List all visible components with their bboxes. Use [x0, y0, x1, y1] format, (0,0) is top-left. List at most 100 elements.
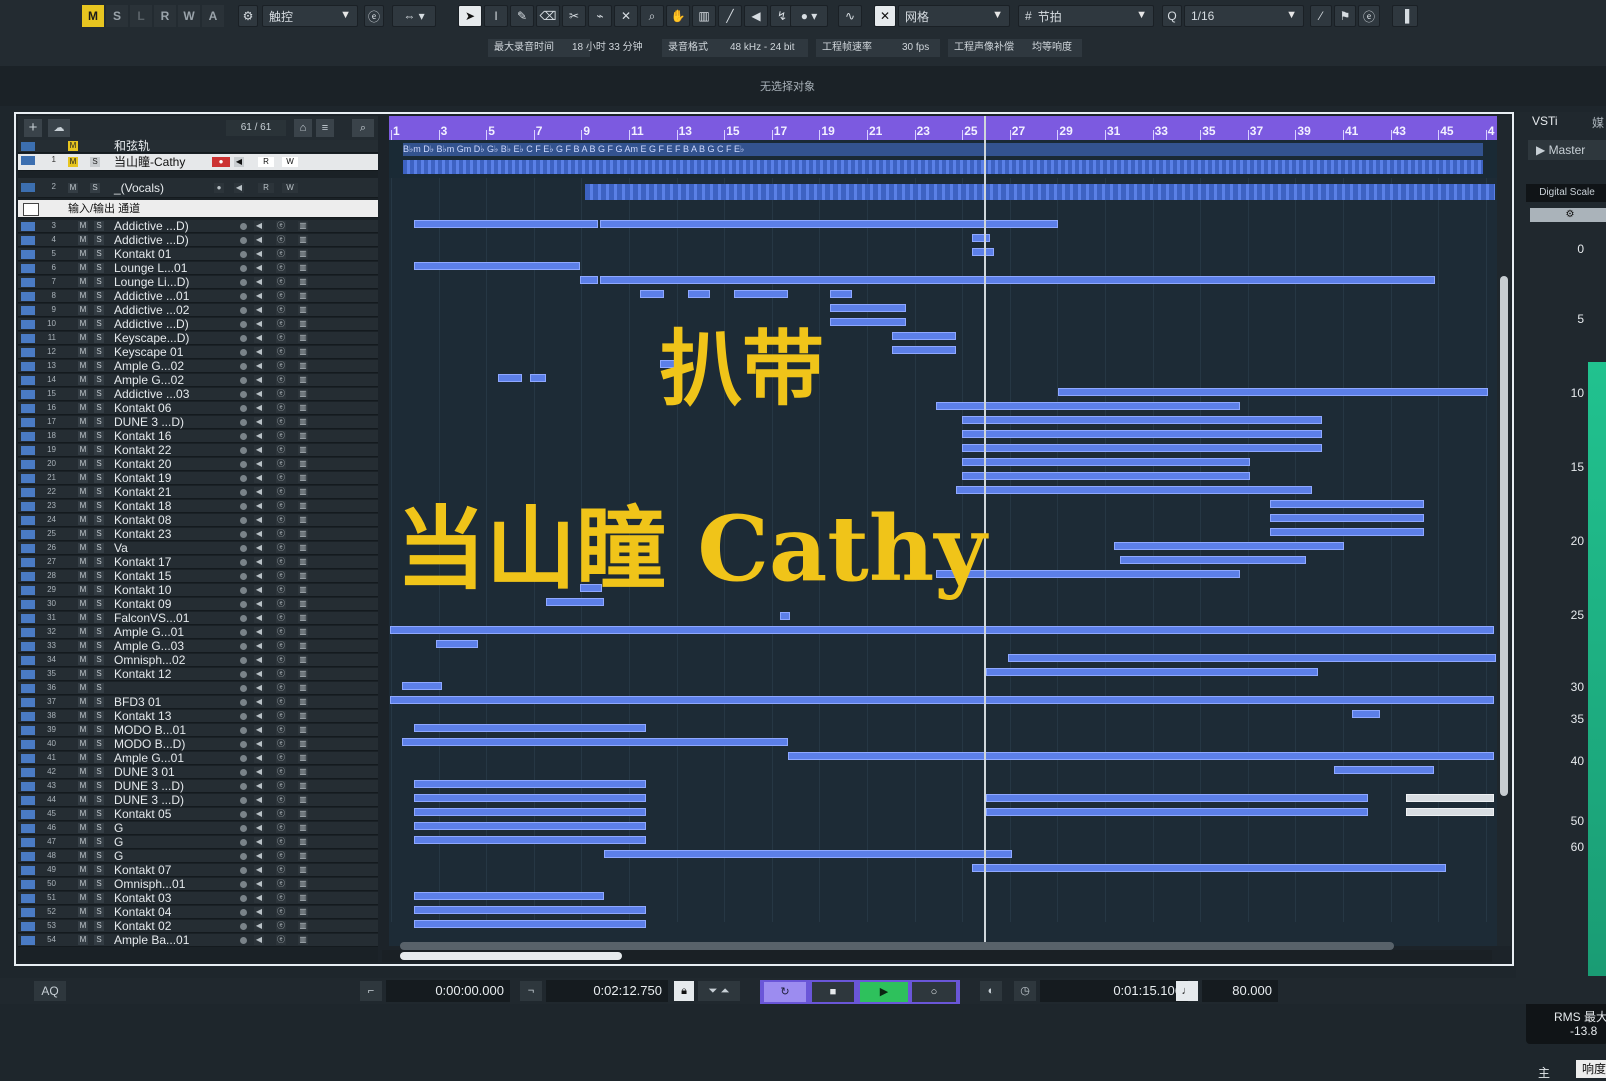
solo-button[interactable]: S [94, 389, 104, 399]
solo-button[interactable]: S [94, 445, 104, 455]
vocal-waveform[interactable] [403, 160, 1483, 174]
record-enable-button[interactable] [240, 475, 247, 482]
monitor-button[interactable]: ◀ [254, 641, 264, 651]
track-row[interactable]: 37 M S BFD3 01 ◀ ⓔ ▥ [18, 696, 378, 709]
automation-icon[interactable]: ⚙ [238, 5, 258, 27]
mode-l-button[interactable]: L [130, 5, 152, 27]
edit-instrument-icon[interactable]: ⓔ [276, 711, 286, 721]
mute-button[interactable]: M [78, 697, 88, 707]
track-name[interactable]: Kontakt 15 [114, 570, 171, 583]
edit-instrument-icon[interactable]: ⓔ [276, 809, 286, 819]
record-button[interactable]: ○ [912, 982, 956, 1002]
position-field[interactable]: 0:01:15.106 [1040, 980, 1188, 1002]
solo-button[interactable]: S [94, 417, 104, 427]
solo-button[interactable]: S [94, 823, 104, 833]
instrument-icon[interactable]: ▥ [298, 347, 308, 357]
solo-button[interactable]: S [94, 935, 104, 945]
monitor-button[interactable]: ◀ [254, 417, 264, 427]
midi-clip[interactable] [986, 808, 1368, 816]
record-enable-button[interactable] [240, 741, 247, 748]
instrument-icon[interactable]: ▥ [298, 599, 308, 609]
add-track-icon[interactable]: + [24, 119, 42, 137]
mute-button[interactable]: M [68, 183, 78, 193]
solo-button[interactable]: S [94, 305, 104, 315]
track-row[interactable]: 14 M S Ample G...02 ◀ ⓔ ▥ [18, 374, 378, 387]
monitor-button[interactable]: ◀ [254, 235, 264, 245]
record-enable-button[interactable] [240, 293, 247, 300]
instrument-icon[interactable]: ▥ [298, 921, 308, 931]
edit-instrument-icon[interactable]: ⓔ [276, 263, 286, 273]
record-enable-button[interactable] [240, 811, 247, 818]
edit-instrument-icon[interactable]: ⓔ [276, 683, 286, 693]
monitor-button[interactable]: ◀ [254, 627, 264, 637]
midi-clip[interactable] [892, 332, 956, 340]
horizontal-scrollbar[interactable] [382, 950, 1492, 962]
monitor-button[interactable]: ◀ [254, 473, 264, 483]
midi-clip[interactable] [830, 304, 906, 312]
track-name[interactable]: Kontakt 08 [114, 514, 171, 527]
midi-clip[interactable] [936, 402, 1240, 410]
instrument-icon[interactable]: ▥ [298, 459, 308, 469]
track-name[interactable]: Lounge Li...D) [114, 276, 189, 289]
midi-clip[interactable] [688, 290, 710, 298]
track-name[interactable]: DUNE 3 ...D) [114, 794, 184, 807]
record-enable-button[interactable] [240, 601, 247, 608]
mute-button[interactable]: M [78, 571, 88, 581]
mute-button[interactable]: M [78, 907, 88, 917]
record-enable-button[interactable] [240, 503, 247, 510]
midi-clip[interactable] [956, 486, 1312, 494]
iterative-quantize-icon[interactable]: ⁄ [1310, 5, 1332, 27]
monitor-button[interactable]: ◀ [254, 879, 264, 889]
mode-s-button[interactable]: S [106, 5, 128, 27]
track-row[interactable]: 12 M S Keyscape 01 ◀ ⓔ ▥ [18, 346, 378, 359]
track-row[interactable]: 9 M S Addictive ...02 ◀ ⓔ ▥ [18, 304, 378, 317]
mute-button[interactable]: M [78, 893, 88, 903]
track-row[interactable]: 4 M S Addictive ...D) ◀ ⓔ ▥ [18, 234, 378, 247]
solo-button[interactable]: S [94, 277, 104, 287]
record-enable-button[interactable] [240, 713, 247, 720]
instrument-icon[interactable]: ▥ [298, 669, 308, 679]
mode-w-button[interactable]: W [178, 5, 200, 27]
instrument-icon[interactable]: ▥ [298, 501, 308, 511]
solo-button[interactable]: S [94, 795, 104, 805]
instrument-icon[interactable]: ▥ [298, 725, 308, 735]
instrument-icon[interactable]: ▥ [298, 865, 308, 875]
track-name[interactable]: Kontakt 22 [114, 444, 171, 457]
solo-button[interactable]: S [94, 543, 104, 553]
solo-button[interactable]: S [94, 571, 104, 581]
solo-button[interactable]: S [94, 585, 104, 595]
track-row[interactable]: 40 M S MODO B...D) ◀ ⓔ ▥ [18, 738, 378, 751]
write-button[interactable]: W [282, 157, 298, 167]
track-row[interactable]: 28 M S Kontakt 15 ◀ ⓔ ▥ [18, 570, 378, 583]
monitor-button[interactable]: ◀ [234, 157, 244, 167]
midi-clip[interactable] [830, 290, 852, 298]
record-enable-button[interactable] [240, 321, 247, 328]
record-enable-button[interactable] [240, 265, 247, 272]
quantize-select[interactable]: 1/16 ▼ [1184, 5, 1304, 27]
midi-clip[interactable] [962, 444, 1322, 452]
solo-button[interactable]: S [94, 865, 104, 875]
midi-clip[interactable] [414, 808, 646, 816]
monitor-button[interactable]: ◀ [254, 697, 264, 707]
tempo-field[interactable]: 80.000 [1202, 980, 1278, 1002]
vertical-scroll-thumb[interactable] [1500, 276, 1508, 796]
track-name[interactable]: DUNE 3 ...D) [114, 416, 184, 429]
record-enable-button[interactable] [240, 237, 247, 244]
track-name[interactable]: Kontakt 04 [114, 906, 171, 919]
track-name[interactable]: Kontakt 02 [114, 920, 171, 933]
midi-clip[interactable] [402, 682, 442, 690]
midi-clip[interactable] [604, 850, 1012, 858]
track-overview-bar[interactable] [400, 942, 1394, 950]
edit-instrument-icon[interactable]: ⓔ [276, 459, 286, 469]
track-name[interactable]: MODO B...D) [114, 738, 185, 751]
edit-instrument-icon[interactable]: ⓔ [276, 319, 286, 329]
track-row[interactable]: 23 M S Kontakt 18 ◀ ⓔ ▥ [18, 500, 378, 513]
instrument-icon[interactable]: ▥ [298, 767, 308, 777]
quantize-e-icon[interactable]: ⓔ [1358, 5, 1380, 27]
track-name[interactable]: G [114, 850, 123, 863]
midi-clip[interactable] [962, 416, 1322, 424]
solo-button[interactable]: S [94, 361, 104, 371]
meter-settings-icon[interactable]: ⚙ [1530, 208, 1606, 222]
instrument-icon[interactable]: ▥ [298, 515, 308, 525]
monitor-button[interactable]: ◀ [254, 823, 264, 833]
